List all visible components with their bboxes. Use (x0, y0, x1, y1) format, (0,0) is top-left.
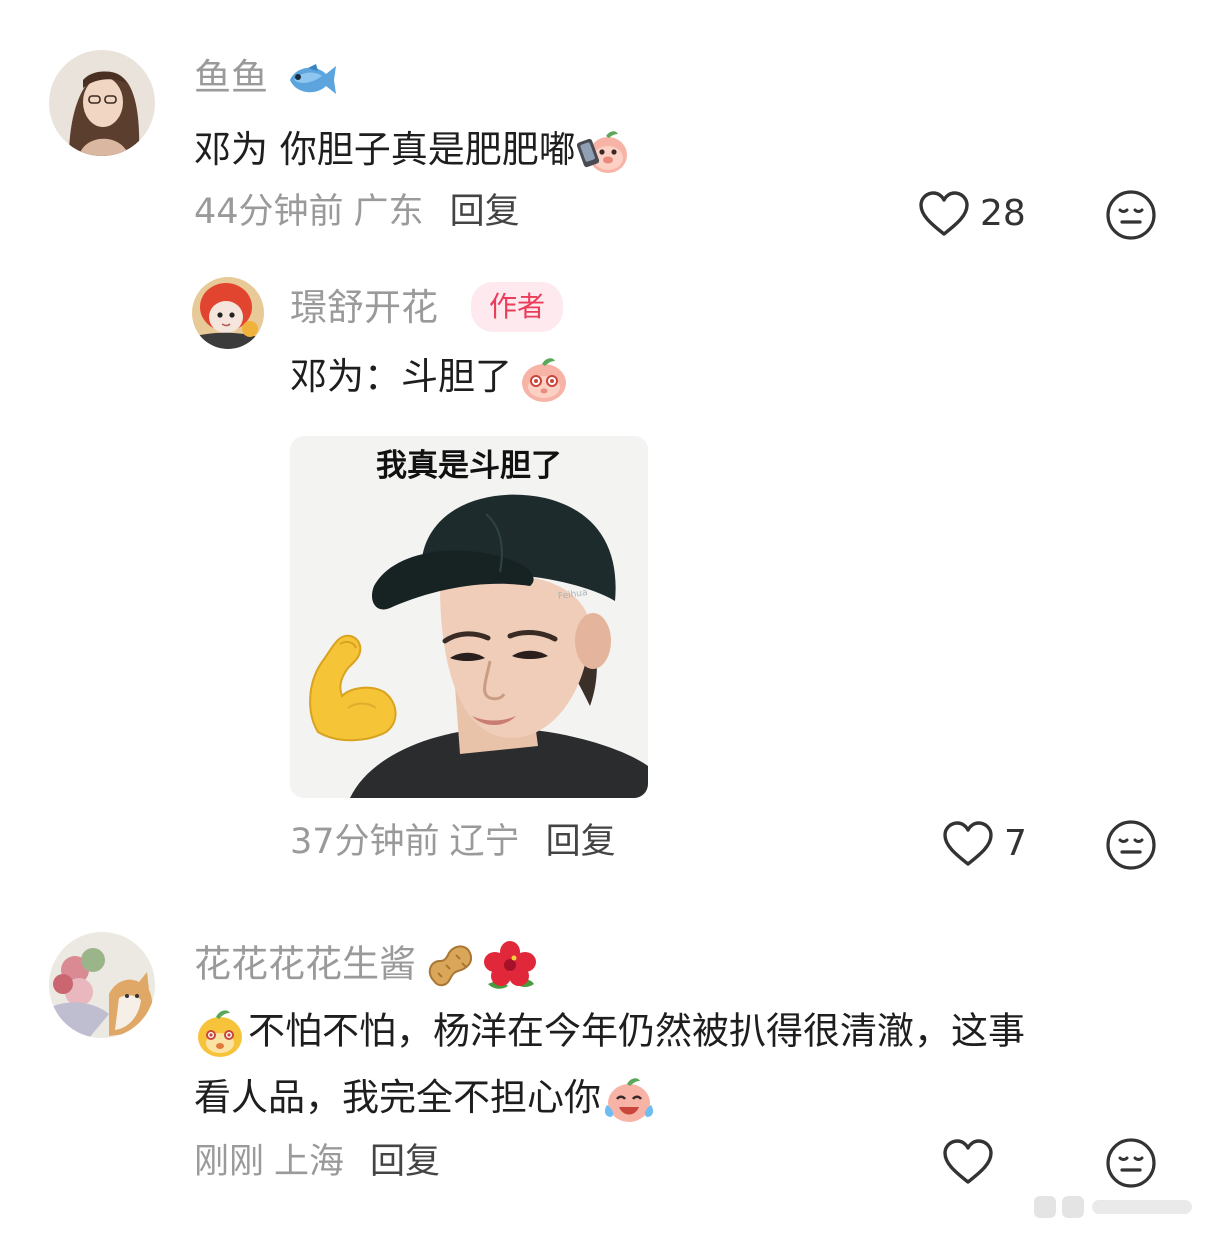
like-button[interactable]: 28 (918, 190, 1026, 238)
pig-selfie-emoji (576, 128, 630, 176)
like-count: 28 (980, 193, 1026, 234)
location: 上海 (274, 1142, 345, 1182)
comment-meta: 刚刚 上海 回复 (194, 1140, 440, 1184)
person-photo (290, 436, 648, 798)
sticker-image[interactable]: 我真是斗胆了 Feihua (290, 436, 648, 798)
mango-face-emoji (194, 1007, 246, 1059)
meh-face-icon (1106, 1138, 1156, 1188)
dislike-button[interactable] (1105, 189, 1157, 241)
sticker-caption: 我真是斗胆了 (376, 448, 562, 484)
heart-icon (942, 820, 994, 868)
timestamp: 37分钟前 (290, 822, 440, 862)
dislike-button[interactable] (1105, 819, 1157, 871)
like-button[interactable] (942, 1138, 1004, 1186)
location: 广东 (353, 192, 424, 232)
avatar[interactable] (49, 50, 155, 156)
location: 辽宁 (449, 822, 520, 862)
username[interactable]: 花花花花生酱 (194, 940, 538, 992)
comment-text-line2: 看人品，我完全不担心你 (194, 1074, 657, 1125)
reply-button[interactable]: 回复 (450, 192, 520, 232)
peanut-icon (424, 941, 476, 991)
like-count: 7 (1004, 823, 1027, 864)
dislike-button[interactable] (1105, 1137, 1157, 1189)
comment-meta: 37分钟前 辽宁 回复 (290, 820, 616, 864)
reply-button[interactable]: 回复 (370, 1142, 440, 1182)
meh-face-icon (1106, 820, 1156, 870)
comment-text: 邓为：斗胆了 (290, 353, 570, 403)
comment-text: 不怕不怕，杨洋在今年仍然被扒得很清澈，这事 (194, 1007, 1025, 1059)
username[interactable]: 鱼鱼 (194, 56, 338, 100)
crying-laughing-pig-emoji (601, 1075, 657, 1125)
reply-button[interactable]: 回复 (546, 822, 616, 862)
meh-face-icon (1106, 190, 1156, 240)
platform-watermark (1030, 1190, 1200, 1224)
comment-meta: 44分钟前 广东 回复 (194, 190, 520, 234)
fish-icon (286, 60, 338, 100)
avatar[interactable] (192, 277, 264, 349)
author-badge: 作者 (471, 282, 564, 332)
like-button[interactable]: 7 (942, 820, 1027, 868)
pig-face-emoji (518, 355, 570, 403)
hibiscus-icon (482, 940, 538, 992)
username[interactable]: 璟舒开花 (290, 286, 438, 330)
heart-icon (918, 190, 970, 238)
comment-text: 邓为 你胆子真是肥肥嘟 (194, 126, 630, 176)
timestamp: 44分钟前 (194, 192, 344, 232)
timestamp: 刚刚 (194, 1142, 265, 1182)
avatar[interactable] (49, 932, 155, 1038)
heart-icon (942, 1138, 994, 1186)
